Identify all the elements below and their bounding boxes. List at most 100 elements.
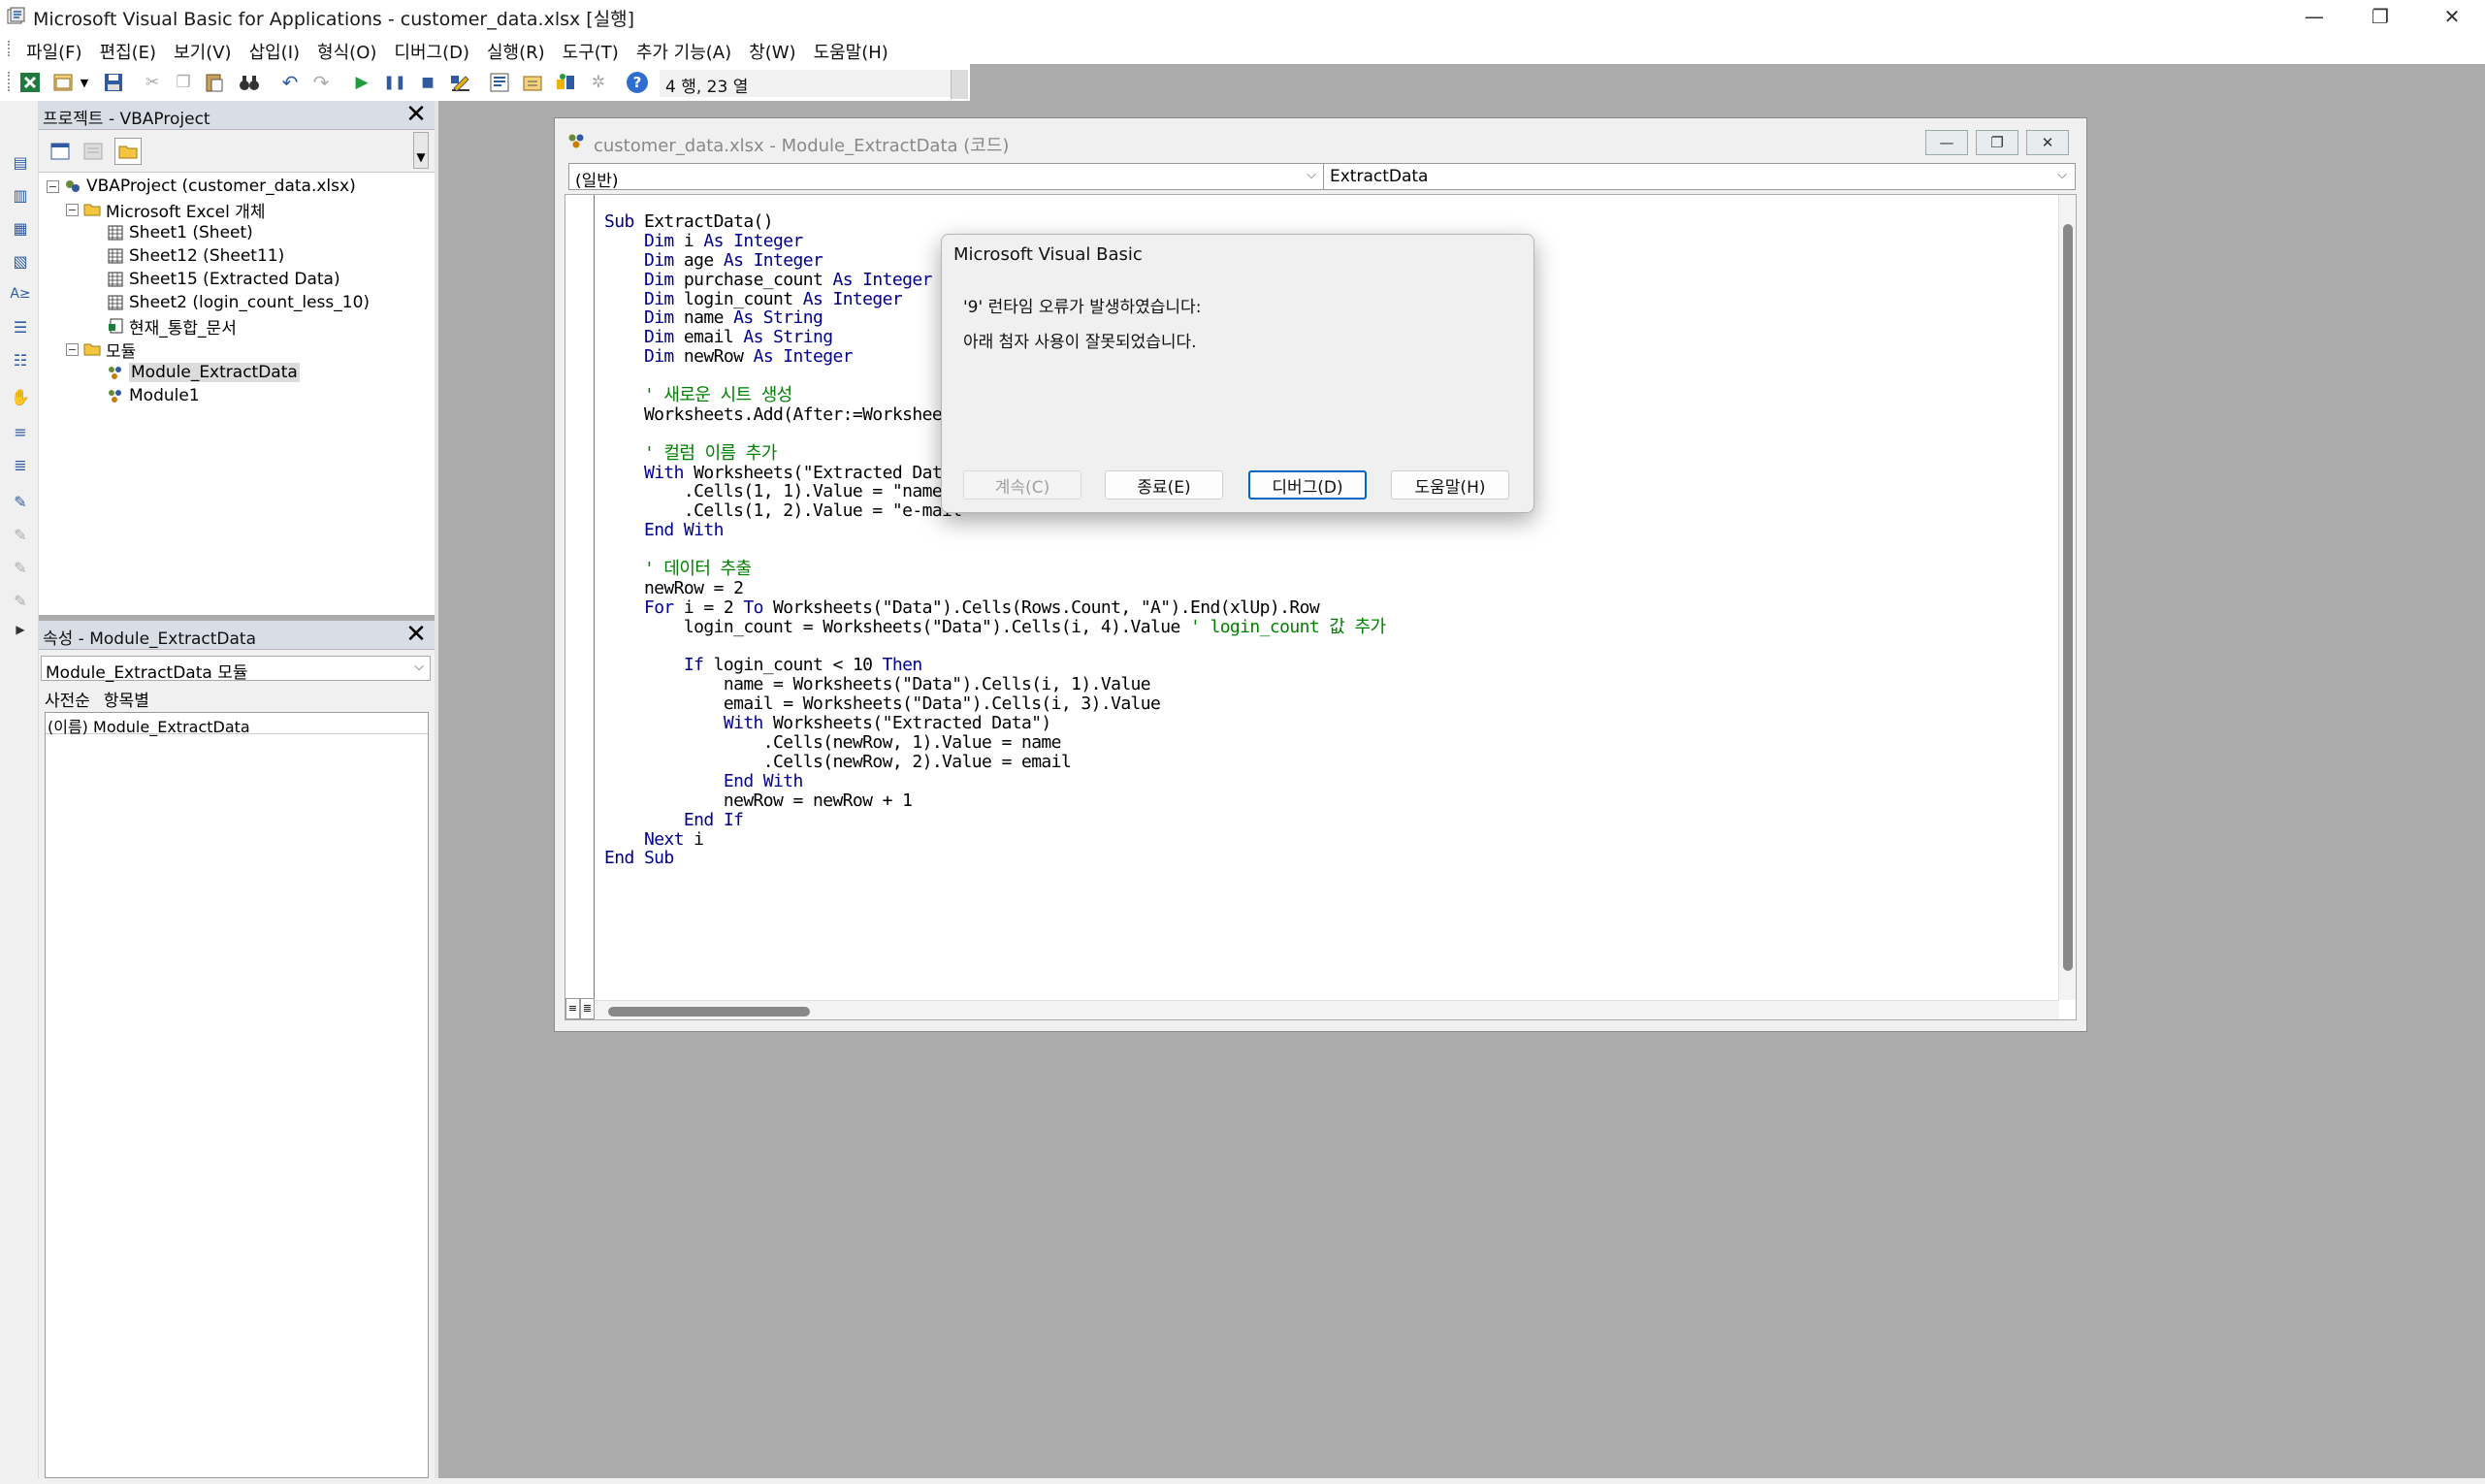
toggle-bookmark-icon[interactable]: ✎ [10, 491, 31, 512]
code-line[interactable]: End With [604, 521, 1389, 540]
code-line[interactable]: email = Worksheets("Data").Cells(i, 3).V… [604, 694, 1389, 714]
view-object-button[interactable] [80, 138, 107, 165]
tree-item-sheet2[interactable]: Sheet2 (login_count_less_10) [47, 291, 370, 314]
code-line[interactable]: .Cells(newRow, 2).Value = email [604, 752, 1389, 772]
object-select[interactable]: (일반) ⌵ [568, 163, 1325, 191]
code-line[interactable]: End Sub [604, 849, 1389, 868]
continue-button[interactable]: 계속(C) [963, 470, 1081, 500]
code-window-close-button[interactable]: ✕ [2026, 130, 2069, 155]
list-constants-icon[interactable]: ▧ [10, 250, 31, 272]
toolbox-button[interactable]: ✲ [586, 70, 611, 95]
undo-button[interactable]: ↶ [277, 70, 303, 95]
outdent-icon[interactable]: ▥ [10, 184, 31, 206]
code-margin-indicator-bar[interactable] [565, 195, 595, 1000]
collapse-icon[interactable]: − [47, 179, 59, 193]
break-button[interactable]: ❚❚ [382, 70, 407, 95]
tree-item-sheet15[interactable]: Sheet15 (Extracted Data) [47, 268, 370, 291]
insert-dropdown-icon[interactable]: ▼ [78, 70, 91, 95]
parameter-info-icon[interactable]: ☰ [10, 316, 31, 338]
run-button[interactable]: ▶ [349, 70, 374, 95]
tree-excel-objects-folder[interactable]: − Microsoft Excel 개체 [47, 198, 370, 222]
end-button[interactable]: 종료(E) [1105, 470, 1223, 500]
strip-expand-icon[interactable]: ▶ [10, 619, 31, 640]
help-button[interactable]: ? [625, 70, 650, 95]
menu-format[interactable]: 형식(O) [308, 37, 385, 66]
vertical-scroll-thumb[interactable] [2063, 224, 2073, 971]
paste-button[interactable] [202, 70, 227, 95]
code-line[interactable]: ' 데이터 추출 [604, 560, 1389, 579]
view-excel-button[interactable] [17, 70, 43, 95]
tab-categorized[interactable]: 항목별 [104, 687, 149, 711]
debug-button[interactable]: 디버그(D) [1248, 470, 1367, 500]
complete-word-icon[interactable]: ☷ [10, 349, 31, 371]
copy-button[interactable]: ❐ [171, 70, 196, 95]
reset-button[interactable]: ■ [415, 70, 440, 95]
code-line[interactable]: With Worksheets("Extracted Data") [604, 714, 1389, 733]
properties-panel-close-icon[interactable]: ✕ [403, 622, 429, 648]
view-code-button[interactable] [47, 138, 74, 165]
save-button[interactable] [101, 70, 126, 95]
properties-window-button[interactable] [520, 70, 545, 95]
tree-item-sheet1[interactable]: Sheet1 (Sheet) [47, 221, 370, 244]
code-line[interactable]: Sub ExtractData() [604, 212, 1389, 232]
project-explorer-button[interactable] [487, 70, 512, 95]
code-line[interactable]: For i = 2 To Worksheets("Data").Cells(Ro… [604, 597, 1389, 618]
property-row-name[interactable]: (이름) Module_ExtractData [46, 713, 428, 736]
find-button[interactable] [237, 70, 262, 95]
code-line[interactable]: .Cells(newRow, 1).Value = name [604, 733, 1389, 753]
property-value[interactable]: Module_ExtractData [93, 718, 250, 736]
toolbar-options-chevron-icon[interactable] [951, 70, 968, 99]
code-line[interactable] [604, 637, 1389, 657]
project-panel-scroll-chevron-icon[interactable]: ▼ [413, 132, 429, 169]
menu-tools[interactable]: 도구(T) [554, 37, 628, 66]
tree-item-sheet12[interactable]: Sheet12 (Sheet11) [47, 244, 370, 268]
horizontal-scrollbar[interactable] [595, 1000, 2059, 1019]
tree-item-module-extractdata[interactable]: Module_ExtractData [47, 361, 370, 384]
menu-debug[interactable]: 디버그(D) [385, 37, 478, 66]
code-window-minimize-button[interactable]: — [1925, 130, 1968, 155]
code-line[interactable]: End If [604, 810, 1389, 830]
menu-window[interactable]: 창(W) [740, 37, 804, 66]
tree-modules-folder[interactable]: − 모듈 [47, 338, 370, 362]
panel-splitter[interactable] [435, 101, 438, 1484]
menu-run[interactable]: 실행(R) [478, 37, 554, 66]
code-line[interactable]: newRow = newRow + 1 [604, 790, 1389, 811]
horizontal-scroll-thumb[interactable] [608, 1007, 810, 1016]
list-properties-icon[interactable]: ▦ [10, 217, 31, 239]
insert-userform-button[interactable] [50, 70, 76, 95]
design-mode-button[interactable] [448, 70, 473, 95]
toggle-breakpoint-icon[interactable]: ✋ [10, 386, 31, 407]
object-browser-button[interactable] [553, 70, 578, 95]
code-line[interactable]: Next i [604, 829, 1389, 850]
code-line[interactable]: End With [604, 771, 1389, 791]
cut-button[interactable]: ✂ [140, 70, 165, 95]
procedure-view-icon[interactable]: ≡ [565, 998, 580, 1019]
clear-bookmarks-icon[interactable]: ✎ [10, 590, 31, 611]
quick-info-icon[interactable]: A≥ [10, 283, 31, 305]
tree-root[interactable]: − VBAProject (customer_data.xlsx) [47, 175, 370, 198]
code-line[interactable]: name = Worksheets("Data").Cells(i, 1).Va… [604, 675, 1389, 694]
tree-item-thisworkbook[interactable]: 현재_통합_문서 [47, 314, 370, 339]
code-window-maximize-button[interactable]: ❐ [1976, 130, 2018, 155]
next-bookmark-icon[interactable]: ✎ [10, 524, 31, 545]
minimize-button[interactable]: — [2281, 0, 2347, 33]
vertical-scrollbar[interactable] [2058, 195, 2076, 1000]
menu-view[interactable]: 보기(V) [165, 37, 240, 66]
procedure-select[interactable]: ExtractData ⌵ [1323, 163, 2076, 190]
properties-object-select[interactable]: Module_ExtractData 모듈 ⌵ [41, 656, 431, 683]
project-panel-close-icon[interactable]: ✕ [403, 102, 429, 128]
tab-alphabetic[interactable]: 사전순 [45, 687, 90, 711]
comment-block-icon[interactable]: ≡ [10, 421, 31, 442]
menu-edit[interactable]: 편집(E) [91, 37, 166, 66]
full-module-view-icon[interactable]: ≣ [580, 998, 595, 1019]
help-dialog-button[interactable]: 도움말(H) [1391, 470, 1509, 500]
code-line[interactable]: If login_count < 10 Then [604, 656, 1389, 675]
code-line[interactable] [604, 540, 1389, 560]
toggle-folders-button[interactable] [114, 138, 142, 165]
menu-help[interactable]: 도움말(H) [805, 37, 897, 66]
previous-bookmark-icon[interactable]: ✎ [10, 557, 31, 578]
code-line[interactable]: login_count = Worksheets("Data").Cells(i… [604, 617, 1389, 637]
redo-button[interactable]: ↷ [308, 70, 334, 95]
uncomment-block-icon[interactable]: ≣ [10, 454, 31, 475]
close-button[interactable]: ✕ [2419, 0, 2485, 33]
